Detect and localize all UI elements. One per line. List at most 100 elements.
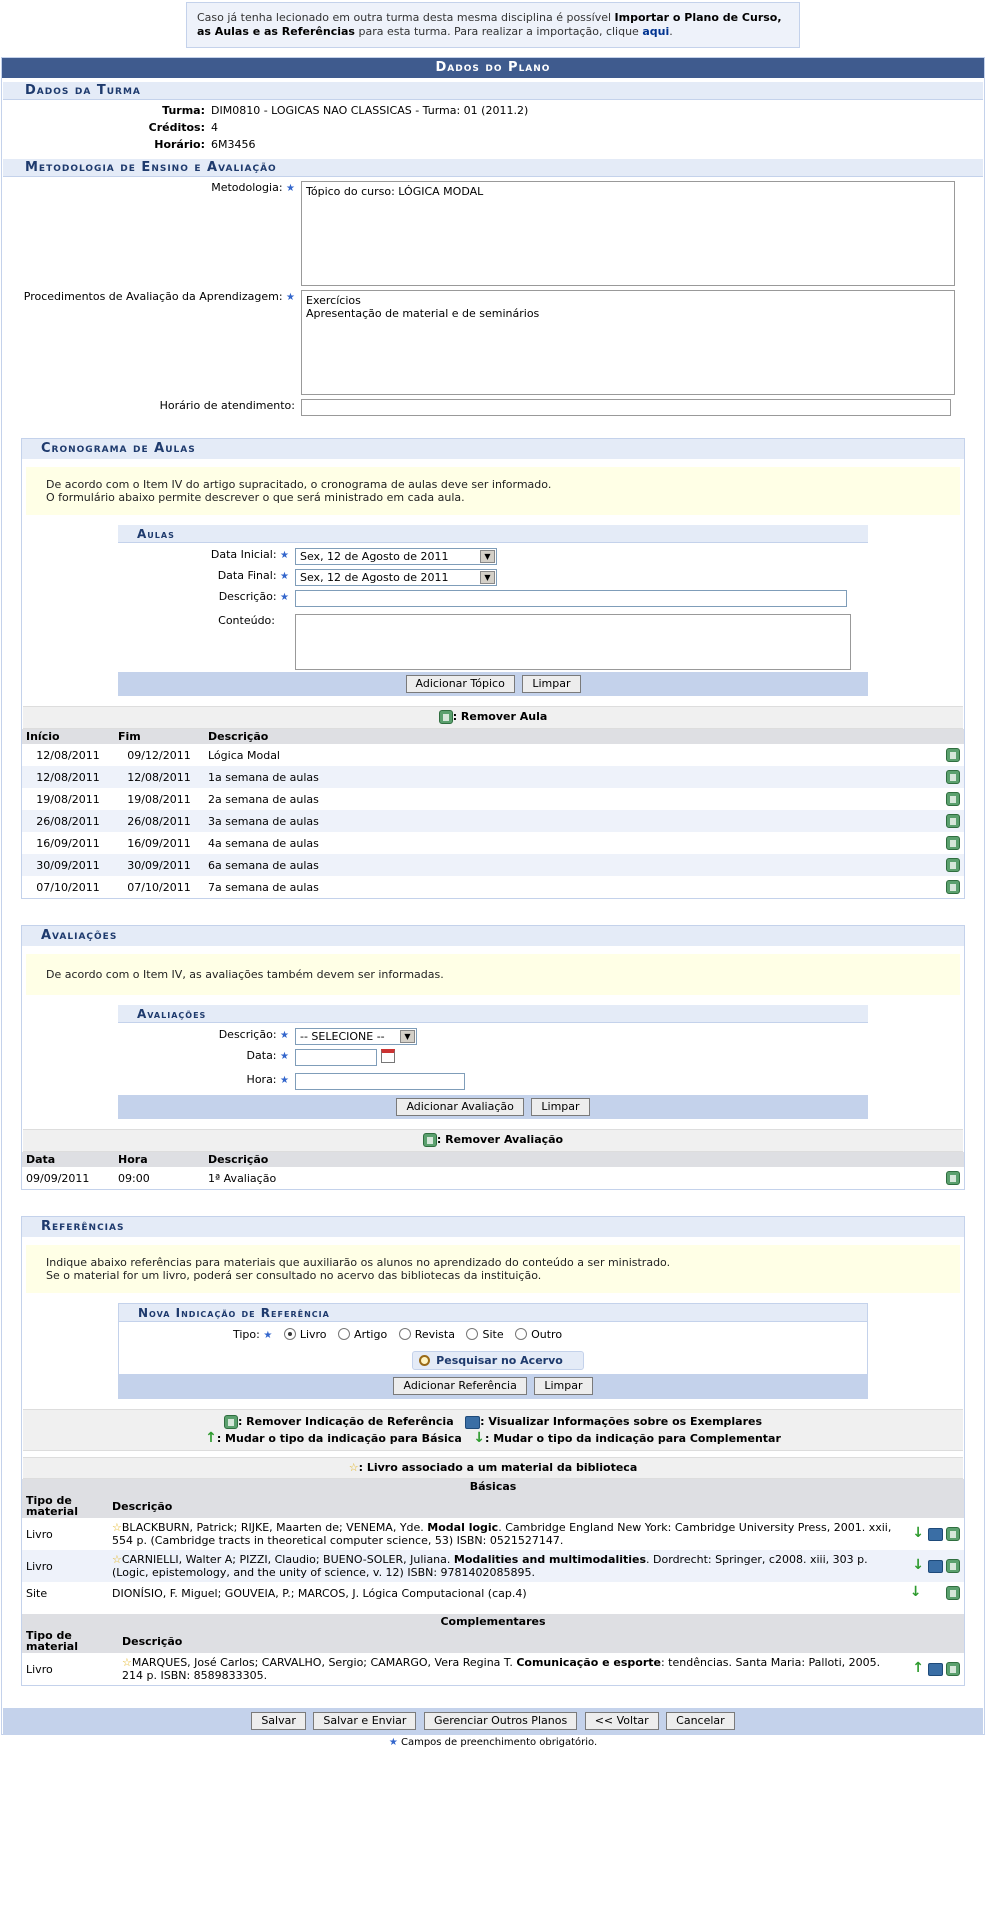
remove-avaliacao-icon[interactable] — [946, 1171, 960, 1185]
remove-aula-icon[interactable] — [946, 880, 960, 894]
required-note-text: Campos de preenchimento obrigatório. — [400, 1737, 598, 1748]
table-row: 26/08/2011 26/08/2011 3a semana de aulas — [22, 810, 964, 832]
aulas-button-bar: Adicionar Tópico Limpar — [118, 672, 868, 696]
aval-hora-input[interactable] — [295, 1073, 465, 1090]
data-inicial-value: Sex, 12 de Agosto de 2011 — [300, 550, 449, 563]
aval-descricao-select[interactable]: -- SELECIONE -- ▼ — [295, 1028, 417, 1045]
data-inicial-label: Data Inicial: — [210, 548, 277, 561]
col-descricao: Descrição — [204, 1152, 934, 1167]
avaliacoes-title: Avaliações — [22, 926, 964, 946]
remove-aula-icon[interactable] — [946, 748, 960, 762]
atendimento-input[interactable] — [301, 399, 951, 416]
cell-inicio: 12/08/2011 — [22, 744, 114, 766]
voltar-button[interactable]: << Voltar — [584, 1712, 659, 1730]
avaliacoes-notice: De acordo com o Item IV, as avaliações t… — [26, 954, 960, 995]
books-view-icon[interactable] — [927, 1559, 943, 1573]
table-row: 07/10/2011 07/10/2011 7a semana de aulas — [22, 876, 964, 898]
notice-line: De acordo com o Item IV do artigo suprac… — [46, 478, 552, 491]
radio-label: Outro — [531, 1328, 563, 1341]
col-descricao: Descrição — [118, 1629, 900, 1653]
adicionar-referencia-button[interactable]: Adicionar Referência — [393, 1377, 527, 1395]
import-link[interactable]: aqui — [642, 25, 669, 38]
trash-icon[interactable] — [946, 1586, 960, 1600]
calendar-icon[interactable] — [380, 1049, 395, 1063]
trash-icon[interactable] — [946, 1662, 960, 1676]
notice-line: Indique abaixo referências para materiai… — [46, 1256, 671, 1269]
radio-site[interactable] — [466, 1328, 479, 1340]
remove-aula-icon[interactable] — [946, 858, 960, 872]
aula-descricao-input[interactable] — [295, 590, 847, 607]
arrow-down-icon[interactable]: ↓ — [912, 1525, 924, 1541]
descricao-label: Descrição: — [218, 590, 277, 603]
radio-outro[interactable] — [515, 1328, 528, 1340]
legend-text: : Mudar o tipo da indicação para Básica — [216, 1432, 462, 1445]
ref-title: Modalities and multimodalities — [453, 1553, 647, 1566]
radio-revista[interactable] — [398, 1328, 411, 1340]
data-inicial-select[interactable]: Sex, 12 de Agosto de 2011 ▼ — [295, 548, 497, 565]
trash-icon[interactable] — [946, 1559, 960, 1573]
cell-inicio: 19/08/2011 — [22, 788, 114, 810]
salvar-enviar-button[interactable]: Salvar e Enviar — [313, 1712, 417, 1730]
books-view-icon[interactable] — [927, 1527, 943, 1541]
adicionar-avaliacao-button[interactable]: Adicionar Avaliação — [396, 1098, 524, 1116]
salvar-button[interactable]: Salvar — [251, 1712, 306, 1730]
required-star-icon: ★ — [280, 1051, 289, 1062]
star-legend: ☆: Livro associado a um material da bibl… — [23, 1457, 963, 1479]
trash-icon[interactable] — [946, 1527, 960, 1541]
cell-tipo: Livro — [22, 1653, 118, 1685]
col-tipo: Tipo de material — [22, 1494, 108, 1518]
conteudo-textarea[interactable] — [295, 614, 851, 670]
trash-icon — [223, 1415, 238, 1429]
arrow-down-icon[interactable]: ↓ — [912, 1557, 924, 1573]
radio-label: Livro — [299, 1328, 327, 1341]
limpar-button[interactable]: Limpar — [522, 675, 581, 693]
aulas-table: Início Fim Descrição 12/08/2011 09/12/201… — [22, 729, 964, 898]
trash-icon — [438, 710, 453, 724]
plan-form: Dados do Plano Dados da Turma Turma: DIM… — [1, 57, 985, 1735]
remove-aula-icon[interactable] — [946, 792, 960, 806]
cancelar-button[interactable]: Cancelar — [666, 1712, 735, 1730]
cell-inicio: 07/10/2011 — [22, 876, 114, 898]
remove-aula-icon[interactable] — [946, 770, 960, 784]
arrow-down-icon[interactable]: ↓ — [910, 1584, 922, 1600]
limpar-button[interactable]: Limpar — [531, 1098, 590, 1116]
arrow-up-icon[interactable]: ↑ — [912, 1660, 924, 1676]
import-notice-text-2: para esta turma. Para realizar a importa… — [354, 25, 643, 38]
table-row: Site DIONÍSIO, F. Miguel; GOUVEIA, P.; M… — [22, 1582, 964, 1604]
aval-data-input[interactable] — [295, 1049, 377, 1066]
limpar-button[interactable]: Limpar — [534, 1377, 593, 1395]
cell-fim: 26/08/2011 — [114, 810, 204, 832]
cell-tipo: Livro — [22, 1550, 108, 1582]
chevron-down-icon: ▼ — [480, 550, 495, 563]
metodologia-textarea[interactable]: Tópico do curso: LÓGICA MODAL — [301, 181, 955, 286]
aulas-form: Aulas Data Inicial: ★ Sex, 12 de Agosto … — [118, 525, 868, 696]
page-title: Dados do Plano — [2, 58, 984, 78]
cell-descricao: 2a semana de aulas — [204, 788, 934, 810]
required-star-icon: ★ — [280, 571, 289, 582]
cell-descricao: 7a semana de aulas — [204, 876, 934, 898]
books-view-icon[interactable] — [927, 1662, 943, 1676]
remove-aula-icon[interactable] — [946, 836, 960, 850]
radio-livro[interactable] — [283, 1328, 296, 1340]
magnifier-icon — [419, 1355, 431, 1366]
cell-fim: 09/12/2011 — [114, 744, 204, 766]
adicionar-topico-button[interactable]: Adicionar Tópico — [405, 675, 515, 693]
notice-line: O formulário abaixo permite descrever o … — [46, 491, 465, 504]
ref-title: Modal logic — [427, 1521, 499, 1534]
remove-aula-icon[interactable] — [946, 814, 960, 828]
legend-text: : Remover Aula — [452, 710, 548, 723]
cell-fim: 12/08/2011 — [114, 766, 204, 788]
col-tipo: Tipo de material — [22, 1629, 118, 1653]
cell-descricao: 1a semana de aulas — [204, 766, 934, 788]
pesquisar-acervo-button[interactable]: Pesquisar no Acervo — [412, 1351, 584, 1370]
radio-artigo[interactable] — [338, 1328, 351, 1340]
cell-descricao: 1ª Avaliação — [204, 1167, 934, 1189]
star-icon: ☆ — [112, 1553, 122, 1566]
required-star-icon: ★ — [280, 592, 289, 603]
import-notice: Caso já tenha lecionado em outra turma d… — [186, 2, 800, 48]
aulas-title: Aulas — [118, 525, 868, 543]
procedimentos-textarea[interactable]: Exercícios Apresentação de material e de … — [301, 290, 955, 395]
avaliacoes-inner-title: Avaliações — [118, 1005, 868, 1023]
gerenciar-planos-button[interactable]: Gerenciar Outros Planos — [423, 1712, 578, 1730]
data-final-select[interactable]: Sex, 12 de Agosto de 2011 ▼ — [295, 569, 497, 586]
